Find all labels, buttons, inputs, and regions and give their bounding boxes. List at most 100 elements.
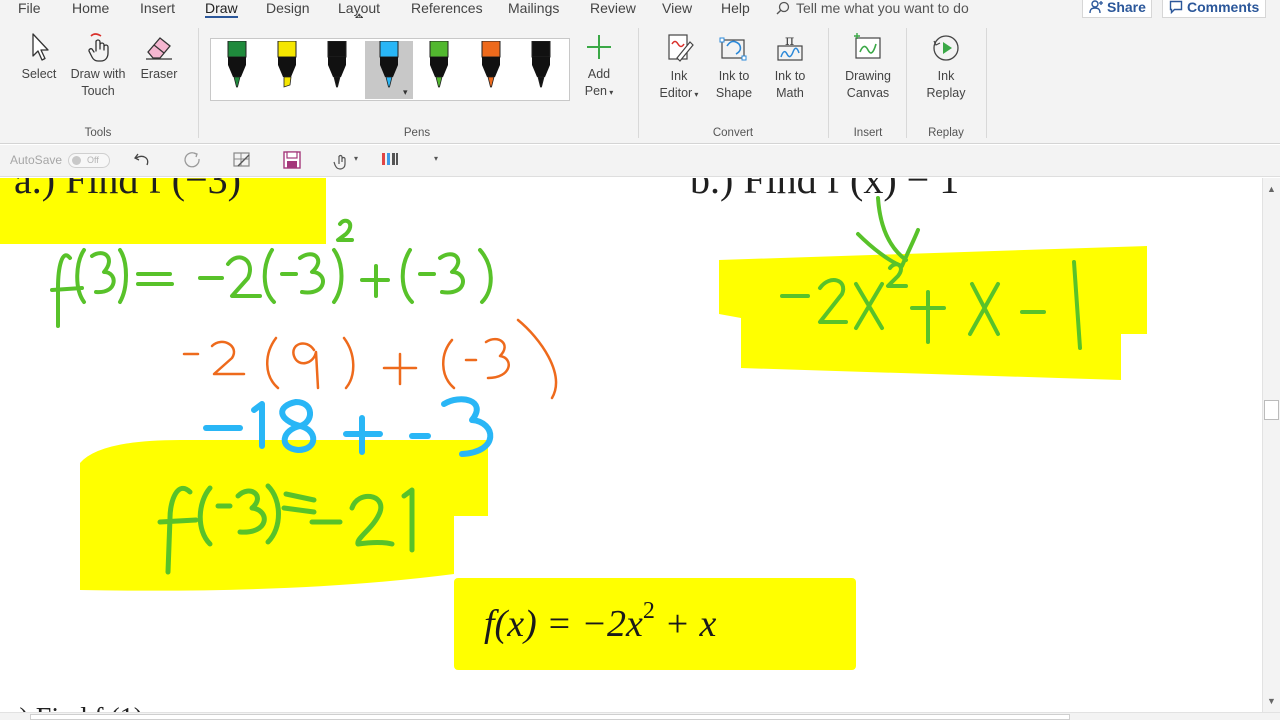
share-icon (1089, 0, 1103, 14)
tab-view[interactable]: View (662, 0, 692, 16)
ink-editor-label-1: Ink (670, 69, 688, 83)
menu-bar: File Home Insert Draw Design Layout ✥ Re… (0, 0, 1280, 24)
autosave-label: AutoSave (10, 153, 63, 167)
chevron-down-icon[interactable]: ▾ (403, 87, 408, 98)
ink-replay-button[interactable]: Ink Replay (918, 32, 974, 102)
scroll-thumb[interactable] (30, 714, 1070, 720)
tab-insert[interactable]: Insert (140, 0, 175, 16)
formula-exponent: 2 (642, 598, 655, 624)
tab-references[interactable]: References (411, 0, 483, 16)
part-c-heading: c.) Find f (1) (0, 703, 143, 712)
select-label: Select (21, 67, 57, 81)
tab-draw[interactable]: Draw (205, 0, 238, 19)
eraser-button[interactable]: Eraser (134, 32, 184, 83)
replay-icon (933, 35, 959, 61)
pen-light-green[interactable] (415, 41, 463, 99)
ink-line-3 (203, 396, 494, 457)
drawing-canvas-icon (854, 33, 881, 59)
drawing-canvas-button[interactable]: Drawing Canvas (838, 32, 898, 102)
redo-icon[interactable] (182, 150, 202, 170)
autosave-toggle[interactable]: Off (68, 153, 110, 168)
customize-toolbar-icon[interactable]: ▾ (434, 154, 438, 163)
ink-to-shape-button[interactable]: Ink to Shape (710, 32, 758, 102)
group-separator (828, 28, 829, 138)
pen-black-2[interactable] (517, 41, 565, 99)
plus-icon (587, 35, 611, 59)
scroll-up-icon[interactable]: ▲ (1267, 184, 1276, 194)
select-button[interactable]: Select (14, 32, 64, 83)
formula-rhs: + x (654, 603, 717, 645)
touch-mode-icon[interactable] (331, 150, 351, 170)
comments-button[interactable]: Comments (1162, 0, 1266, 18)
tab-file[interactable]: File (18, 0, 41, 16)
marker-pen-icon (227, 41, 247, 88)
highlighter-icon (277, 41, 297, 88)
document-canvas[interactable]: a.) Find f (−3) b.) Find f (x) − 1 f(x) … (0, 178, 1262, 712)
pen-green[interactable] (213, 41, 261, 99)
marker-pen-icon (481, 41, 501, 88)
share-button[interactable]: Share (1082, 0, 1152, 18)
ink-editor-button[interactable]: Ink Editor ▾ (652, 32, 706, 103)
group-separator (638, 28, 639, 138)
eraser-icon (146, 37, 172, 60)
pen-yellow-highlighter[interactable] (263, 41, 311, 99)
touch-hand-icon (88, 33, 109, 62)
tell-me-placeholder: Tell me what you want to do (796, 0, 969, 16)
eraser-label: Eraser (140, 67, 178, 81)
tab-help[interactable]: Help (721, 0, 750, 16)
ink-line-2 (182, 318, 558, 400)
ink-replay-label-1: Ink (937, 69, 955, 83)
share-label: Share (1107, 0, 1146, 15)
marker-pen-icon (379, 41, 399, 88)
chevron-down-icon[interactable]: ▾ (354, 154, 358, 163)
ink-line-1 (50, 218, 493, 328)
tab-review[interactable]: Review (590, 0, 636, 16)
group-separator (986, 28, 987, 138)
ink-to-math-label-2: Math (776, 86, 804, 100)
convert-group-label: Convert (712, 127, 754, 139)
tools-group-label: Tools (84, 127, 112, 139)
marker-pen-icon (327, 41, 347, 88)
draw-with-touch-button[interactable]: Draw with Touch (66, 32, 130, 100)
search-icon (776, 1, 790, 15)
ink-to-shape-label-1: Ink to (718, 69, 750, 83)
pointer-icon (32, 33, 49, 61)
vertical-scrollbar[interactable]: ▲ ▼ (1262, 178, 1280, 712)
ink-to-math-label-1: Ink to (774, 69, 806, 83)
undo-icon[interactable] (133, 150, 153, 170)
ink-to-math-button[interactable]: π Ink to Math (766, 32, 814, 102)
group-separator (198, 28, 199, 138)
save-icon[interactable] (282, 150, 302, 170)
ink-editor-label-2: Editor (659, 86, 693, 100)
horizontal-scrollbar[interactable] (0, 712, 1280, 720)
add-pen-button[interactable]: Add Pen ▾ (576, 32, 622, 101)
ink-to-math-icon: π (777, 33, 803, 61)
marker-pen-icon (429, 41, 449, 88)
comment-icon (1169, 0, 1183, 15)
ink-answer (157, 483, 415, 575)
draw-table-icon[interactable] (232, 150, 252, 170)
tell-me-search[interactable]: Tell me what you want to do (776, 0, 969, 16)
drawing-canvas-label-2: Canvas (846, 86, 890, 100)
scroll-down-icon[interactable]: ▼ (1267, 696, 1276, 706)
quick-access-toolbar: AutoSave Off ▾ ▾ (0, 145, 1280, 177)
group-separator (906, 28, 907, 138)
scroll-thumb[interactable] (1264, 400, 1279, 420)
pen-black[interactable] (313, 41, 361, 99)
tab-design[interactable]: Design (266, 0, 310, 16)
tab-home[interactable]: Home (72, 0, 109, 16)
ink-part-b (780, 196, 1082, 350)
ink-replay-label-2: Replay (926, 86, 966, 100)
pen-gallery (210, 38, 570, 101)
comments-label: Comments (1187, 0, 1260, 15)
tab-mailings[interactable]: Mailings (508, 0, 559, 16)
drawing-canvas-label-1: Drawing (845, 69, 891, 83)
pen-orange[interactable] (467, 41, 515, 99)
draw-touch-label-1: Draw with (70, 67, 126, 81)
insert-group-label: Insert (853, 127, 883, 139)
replay-group-label: Replay (928, 127, 964, 139)
ink-editor-icon (668, 34, 694, 62)
function-formula: f(x) = −2x2 + x (484, 599, 717, 646)
pens-gallery-icon[interactable] (380, 150, 400, 170)
marker-pen-icon (531, 41, 551, 88)
